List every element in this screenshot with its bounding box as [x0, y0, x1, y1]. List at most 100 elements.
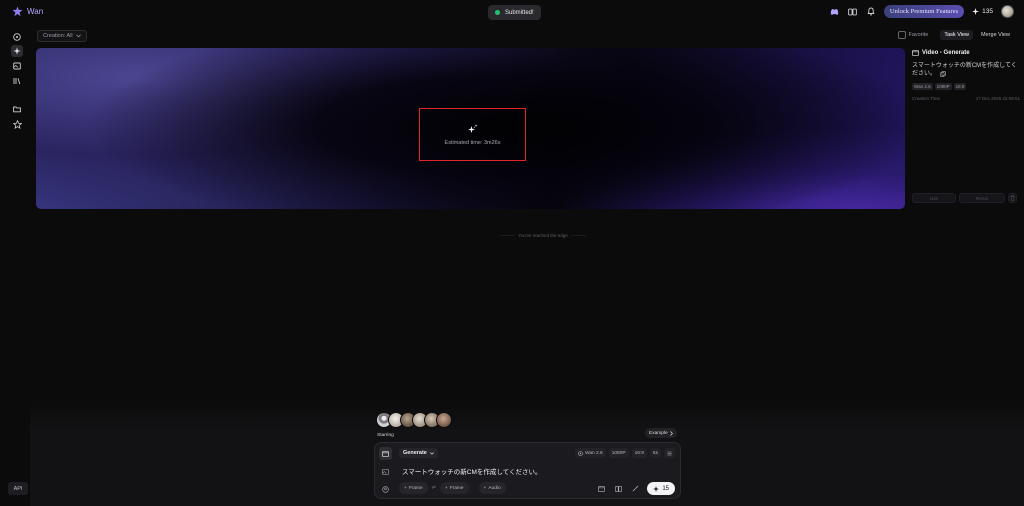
starring-avatars[interactable] — [376, 412, 452, 428]
frame2-label: Frame — [449, 485, 464, 491]
api-button[interactable]: API — [8, 482, 28, 495]
chevron-down-icon — [75, 34, 81, 38]
folder-icon — [13, 106, 21, 113]
tag-model: Wan 2.6 — [912, 83, 933, 91]
sidebar-library[interactable] — [11, 75, 23, 87]
chevron-down-icon — [429, 451, 434, 455]
use-label: Use — [929, 195, 938, 201]
prompt-input[interactable]: スマートウォッチの新CMを作成してください。 — [402, 466, 542, 476]
generate-button[interactable]: 15 — [647, 482, 675, 495]
sidebar-generate[interactable] — [11, 45, 23, 57]
app-name: Wan — [27, 7, 44, 16]
add-audio-button[interactable]: + Audio — [478, 482, 506, 494]
top-right-actions: Unlock Premium Features 135 — [830, 5, 1014, 18]
example-label: Example — [649, 430, 668, 436]
video-icon — [912, 50, 919, 56]
model-icon — [578, 450, 583, 456]
favorite-checkbox[interactable] — [897, 31, 906, 39]
composer-tools: 15 — [596, 482, 675, 495]
more-settings-button[interactable] — [664, 448, 675, 458]
example-button[interactable]: Example — [645, 428, 677, 438]
progress-indicator: Estimated time: 3m26s — [419, 108, 526, 161]
book-icon[interactable] — [848, 7, 858, 17]
duration-selector[interactable]: 5s — [649, 448, 661, 458]
toast-text: Submitted! — [505, 9, 534, 16]
mode-image[interactable] — [379, 465, 392, 478]
tag-resolution: 1080P — [934, 83, 952, 91]
frame1-label: Frame — [408, 485, 423, 491]
trash-icon — [1010, 195, 1015, 201]
generate-mode-dropdown[interactable]: Generate — [399, 448, 438, 458]
unlock-premium-button[interactable]: Unlock Premium Features — [883, 5, 965, 18]
spark-icon — [653, 485, 660, 492]
rerun-label: Rerun — [975, 195, 989, 201]
creation-time-value: 17 Dec 2025 22:09:51 — [975, 96, 1020, 102]
image-stack-icon — [13, 62, 21, 70]
detail-title-text: Video - Generate — [922, 50, 970, 56]
copy-icon[interactable] — [939, 70, 946, 77]
creation-filter-dropdown[interactable]: Creation: All — [37, 30, 87, 42]
audio-label: Audio — [488, 485, 501, 491]
success-dot-icon — [495, 10, 500, 15]
chevron-right-icon — [669, 430, 673, 436]
starring-avatar-5[interactable] — [436, 412, 452, 428]
spark-icon — [972, 8, 980, 15]
detail-tags: Wan 2.6 1080P 16:9 — [912, 83, 1020, 91]
credits-value: 135 — [982, 8, 993, 15]
mode-video[interactable] — [379, 447, 392, 460]
sidebar-folder[interactable] — [11, 103, 23, 115]
rerun-button[interactable]: Rerun — [959, 193, 1005, 203]
app-logo[interactable]: Wan — [12, 6, 43, 17]
view-controls: Favorite Task View Merge View — [897, 30, 1015, 40]
bell-icon[interactable] — [866, 7, 876, 17]
model-selector[interactable]: Wan 2.6 — [575, 448, 606, 458]
sidebar-explore[interactable] — [11, 31, 23, 43]
model-label: Wan 2.6 — [585, 450, 603, 456]
add-end-frame-button[interactable]: + Frame — [439, 482, 469, 494]
sparkle-icon — [13, 47, 21, 55]
plus-icon: + — [444, 485, 448, 491]
swap-frames-icon[interactable]: ⇄ — [432, 485, 436, 491]
magic-enhance-icon[interactable] — [630, 484, 640, 494]
sidebar-favorites[interactable] — [11, 118, 23, 130]
sidebar-assets[interactable] — [11, 60, 23, 72]
creation-time-label: Creation Time — [912, 96, 941, 102]
tab-merge-view[interactable]: Merge View — [977, 30, 1014, 40]
image-mode-icon — [382, 468, 389, 475]
mode-switcher — [379, 447, 392, 496]
video-mode-icon — [382, 450, 389, 457]
settings-sliders-icon — [667, 451, 672, 455]
compass-icon — [13, 33, 21, 41]
star-icon — [12, 119, 22, 129]
model-settings: Wan 2.6 1080P 16:9 5s — [575, 448, 675, 458]
delete-button[interactable] — [1008, 193, 1017, 203]
library-icon — [13, 78, 21, 85]
plus-icon: + — [404, 485, 407, 491]
prompt-composer: Generate Wan 2.6 1080P 16:9 5s スマートウォッチの… — [374, 442, 681, 499]
generate-cost: 15 — [662, 485, 669, 492]
filter-label: Creation: All — [43, 33, 73, 39]
use-button[interactable]: Use — [912, 193, 956, 203]
tag-aspect: 16:9 — [953, 83, 967, 91]
credits-balance[interactable]: 135 — [972, 8, 993, 15]
starring-label: Starring — [377, 433, 394, 438]
favorite-filter[interactable]: Favorite — [897, 31, 929, 39]
feed-end-divider: You've reached the edge — [500, 231, 586, 239]
discord-icon[interactable] — [830, 7, 840, 17]
generate-mode-label: Generate — [403, 450, 427, 456]
mode-avatar[interactable] — [379, 483, 392, 496]
plus-icon: + — [483, 485, 487, 491]
top-bar: Wan Submitted! Unlock Premium Features 1… — [0, 0, 1024, 26]
favorite-label: Favorite — [908, 32, 929, 38]
avatar-mode-icon — [382, 486, 389, 493]
task-detail-panel: Video - Generate スマートウォッチの新CMを作成してください。 … — [912, 50, 1020, 101]
resolution-selector[interactable]: 1080P — [608, 448, 629, 458]
aspect-selector[interactable]: 16:9 — [631, 448, 647, 458]
tab-task-view[interactable]: Task View — [940, 30, 974, 40]
user-avatar[interactable] — [1001, 5, 1014, 18]
generating-sparkle-icon — [467, 123, 477, 133]
estimated-time: Estimated time: 3m26s — [444, 139, 501, 146]
prompt-book-icon[interactable] — [613, 484, 623, 494]
storyboard-icon[interactable] — [596, 484, 606, 494]
add-start-frame-button[interactable]: + Frame — [399, 482, 428, 494]
